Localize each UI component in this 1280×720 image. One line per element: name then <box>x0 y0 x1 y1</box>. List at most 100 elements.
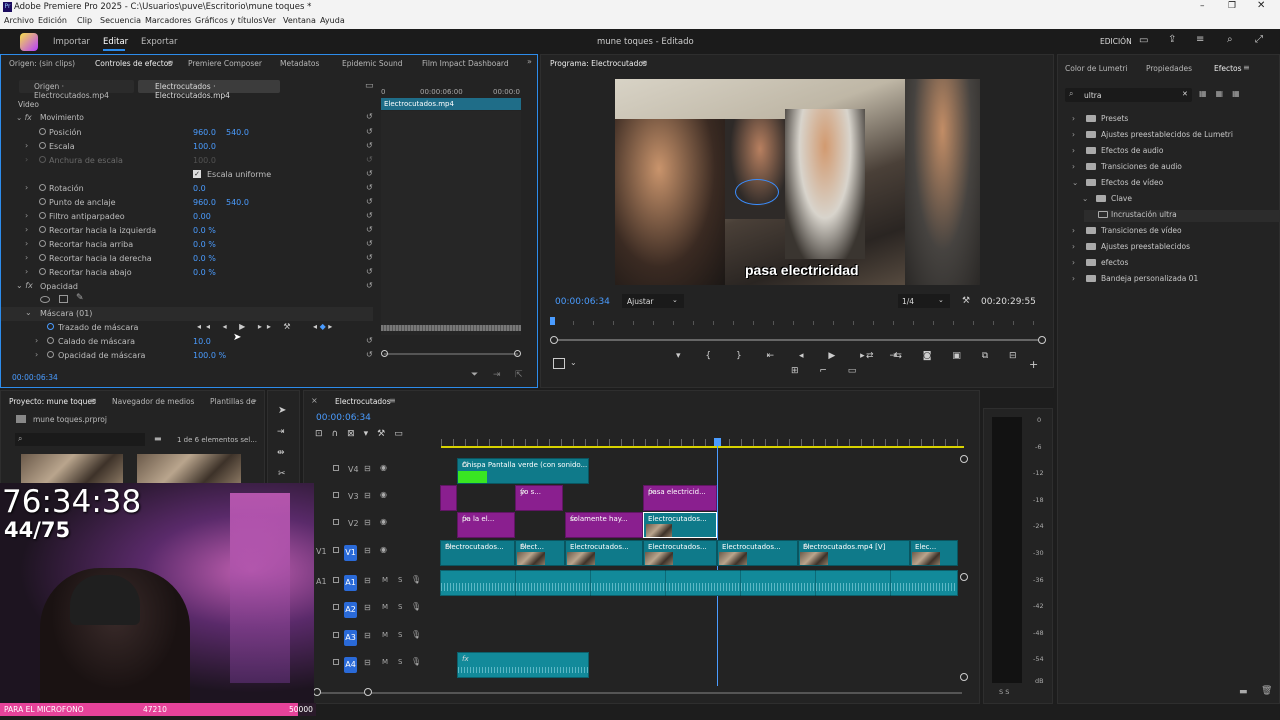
opacidad-mascara-value[interactable]: 100.0 % <box>193 351 226 360</box>
menu-marcadores[interactable]: Marcadores <box>145 16 191 25</box>
timeline-tools[interactable]: ⊡∩⊠▾⚒▭ <box>315 429 412 439</box>
reset-icon[interactable]: ↺ <box>366 239 373 248</box>
track-v3[interactable]: V3 ⊟ ◉ <box>315 485 440 511</box>
mute-button[interactable]: M <box>382 576 388 584</box>
lock-icon[interactable] <box>333 604 339 610</box>
razor-tool-icon[interactable]: ✂ <box>278 469 286 479</box>
expand-icon[interactable]: › <box>35 336 38 345</box>
recortar-arriba-value[interactable]: 0.0 % <box>193 240 216 249</box>
stopwatch-icon[interactable] <box>39 198 46 205</box>
delete-icon[interactable]: 🗑 <box>1261 686 1272 696</box>
reset-icon[interactable]: ↺ <box>366 141 373 150</box>
track-select-icon[interactable]: ⇥ <box>277 427 285 437</box>
reset-icon[interactable]: ↺ <box>366 169 373 178</box>
clip-v1[interactable]: Electrocutados... fx <box>440 540 515 566</box>
audio-clip-a1[interactable] <box>440 570 958 596</box>
filter-icon[interactable]: ⏷ <box>471 370 478 380</box>
reset-movimiento-icon[interactable]: ↺ <box>366 112 373 121</box>
stopwatch-icon[interactable] <box>39 268 46 275</box>
menu-ventana[interactable]: Ventana <box>283 16 316 25</box>
ec-zoom-bar[interactable] <box>384 353 518 355</box>
track-a1[interactable]: A1 A1 ⊟ M S 🎙 <box>315 570 440 596</box>
mute-button[interactable]: M <box>382 603 388 611</box>
ec-timecode[interactable]: 00:00:06:34 <box>12 373 58 382</box>
clip-v3-yo[interactable]: yo s... fx <box>515 485 563 511</box>
vscroll-handle-mid[interactable] <box>960 573 968 581</box>
program-menu-icon[interactable]: ≡ <box>641 58 648 67</box>
sequence-clip-tab[interactable]: Electrocutados · Electrocutados.mp4 <box>138 80 280 100</box>
stopwatch-icon[interactable] <box>39 142 46 149</box>
expand-icon[interactable]: ⌄ <box>25 308 32 317</box>
rectangle-mask-icon[interactable] <box>59 295 68 303</box>
menu-edicion[interactable]: Edición <box>38 16 67 25</box>
expand-icon[interactable]: › <box>25 183 28 192</box>
recortar-abajo-value[interactable]: 0.0 % <box>193 268 216 277</box>
sync-icon[interactable]: ⊟ <box>364 603 371 612</box>
timeline-tab[interactable]: Electrocutados <box>335 397 391 406</box>
antiparpadeo-value[interactable]: 0.00 <box>193 212 211 221</box>
reset-icon[interactable]: ↺ <box>366 336 373 345</box>
clip-v1[interactable]: Elec... <box>910 540 958 566</box>
reset-icon[interactable]: ↺ <box>366 281 373 290</box>
reset-icon[interactable]: ↺ <box>366 183 373 192</box>
lock-icon[interactable] <box>333 632 339 638</box>
sync-icon[interactable]: ⊟ <box>364 546 371 555</box>
timeline-menu-icon[interactable]: ≡ <box>389 396 396 405</box>
expand-icon[interactable]: › <box>25 253 28 262</box>
tab-navegador[interactable]: Navegador de medios <box>112 397 194 406</box>
sync-icon[interactable]: ⊟ <box>364 491 371 500</box>
expand-icon[interactable]: › <box>25 225 28 234</box>
menu-secuencia[interactable]: Secuencia <box>100 16 141 25</box>
scroll-handle-left[interactable] <box>313 688 321 696</box>
clear-icon[interactable]: ✕ <box>1182 90 1188 98</box>
effects-search-input[interactable]: ⌕ ultra ✕ <box>1065 88 1192 102</box>
calado-value[interactable]: 10.0 <box>193 337 211 346</box>
stopwatch-icon[interactable] <box>39 254 46 261</box>
ec-clip-bar[interactable]: Electrocutados.mp4 <box>381 98 521 110</box>
recortar-izq-value[interactable]: 0.0 % <box>193 226 216 235</box>
project-thumbnail[interactable] <box>21 454 123 486</box>
menu-graficos[interactable]: Gráficos y títulos <box>195 16 263 25</box>
solo-button[interactable]: S <box>398 658 402 666</box>
track-target-button[interactable]: V1 <box>344 545 357 561</box>
tab-premiere-composer[interactable]: Premiere Composer <box>188 59 262 68</box>
meter-solo-buttons[interactable]: S S <box>999 688 1009 696</box>
expand-icon[interactable]: › <box>25 211 28 220</box>
maximize-icon[interactable]: ❐ <box>1228 1 1236 11</box>
share-icon[interactable]: ⇱ <box>515 370 523 380</box>
sync-icon[interactable]: ⊟ <box>364 518 371 527</box>
stopwatch-icon[interactable] <box>39 212 46 219</box>
more-tabs-icon[interactable]: » <box>252 396 257 405</box>
chevron-down-icon[interactable]: ⌄ <box>570 358 577 367</box>
clip-v3[interactable] <box>440 485 457 511</box>
sync-icon[interactable]: ⊟ <box>364 576 371 585</box>
reset-icon[interactable]: ↺ <box>366 197 373 206</box>
eye-icon[interactable]: ◉ <box>380 463 387 472</box>
tab-efectos[interactable]: Efectos <box>1214 64 1242 73</box>
program-zoom-bar[interactable] <box>555 339 1041 341</box>
project-thumbnail[interactable] <box>137 454 241 486</box>
tab-plantillas[interactable]: Plantillas de <box>210 397 255 406</box>
clip-v1[interactable]: Electrocutados... <box>643 540 717 566</box>
toggle-timeline-icon[interactable]: ▭ <box>365 81 374 91</box>
program-playhead[interactable] <box>550 317 555 325</box>
minimize-icon[interactable]: – <box>1200 1 1205 11</box>
tab-exportar[interactable]: Exportar <box>141 37 178 47</box>
reset-icon[interactable]: ↺ <box>366 253 373 262</box>
ec-keyframe-area[interactable] <box>381 111 521 335</box>
timeline-timecode[interactable]: 00:00:06:34 <box>316 413 371 423</box>
stopwatch-icon[interactable] <box>47 323 54 330</box>
timeline-playhead-handle[interactable] <box>714 438 721 446</box>
tab-film-impact[interactable]: Film Impact Dashboard <box>422 59 509 68</box>
tab-proyecto[interactable]: Proyecto: mune toques <box>9 397 96 406</box>
menu-clip[interactable]: Clip <box>77 16 92 25</box>
clip-v2-solamente[interactable]: solamente hay... fx <box>565 512 643 538</box>
mic-icon[interactable]: 🎙 <box>411 575 421 584</box>
workspace-label[interactable]: EDICIÓN <box>1100 37 1132 46</box>
quality-dropdown[interactable]: 1/4 ⌄ <box>898 294 950 308</box>
reset-icon[interactable]: ↺ <box>366 127 373 136</box>
recortar-der-value[interactable]: 0.0 % <box>193 254 216 263</box>
close-tab-icon[interactable]: × <box>311 396 318 405</box>
clip-v1[interactable]: Electrocutados... <box>717 540 798 566</box>
ellipse-mask-icon[interactable] <box>40 296 50 303</box>
